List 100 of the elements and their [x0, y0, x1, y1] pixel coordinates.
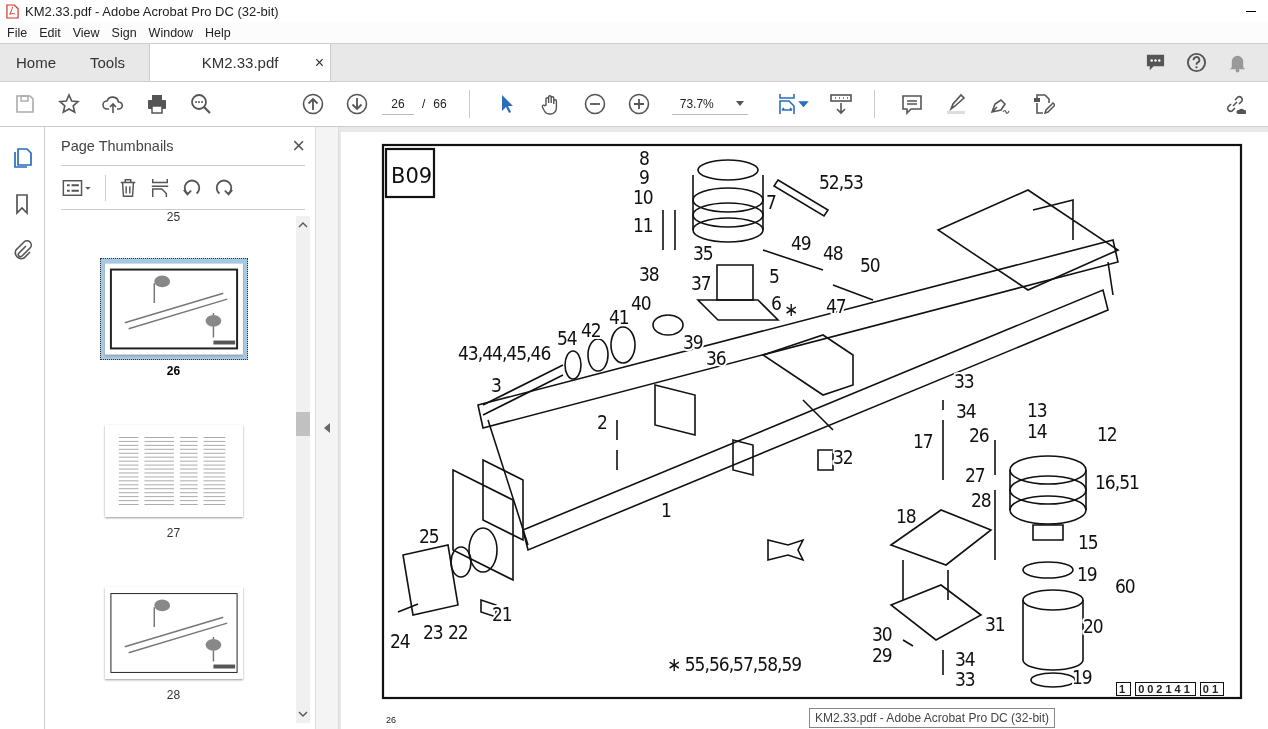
callout-number: ∗ 55,56,57,58,59	[667, 653, 802, 675]
callout-number: 6	[771, 292, 781, 314]
callout-number: 39	[683, 331, 703, 353]
callout-number: 43,44,45,46	[458, 342, 551, 364]
page-number: 26	[386, 715, 396, 725]
close-tab-icon[interactable]: ×	[314, 53, 325, 72]
callout-number: 33	[955, 668, 975, 690]
callout-number: 7	[766, 191, 776, 213]
highlighter-icon[interactable]	[944, 93, 967, 115]
callout-number: 25	[419, 525, 439, 547]
callout-number: 22	[448, 621, 468, 643]
trash-icon[interactable]	[118, 177, 138, 198]
scroll-mode-icon[interactable]	[829, 93, 852, 115]
callout-number: 14	[1027, 420, 1047, 442]
insert-page-icon[interactable]	[150, 177, 170, 198]
scroll-up-icon[interactable]	[298, 222, 308, 228]
callout-number: 28	[971, 489, 991, 511]
edit-document-icon[interactable]	[1032, 93, 1055, 115]
callout-number: 27	[965, 464, 985, 486]
callout-number: 41	[609, 306, 629, 328]
pdf-app-icon	[6, 3, 19, 19]
menu-item[interactable]: Sign	[105, 23, 143, 42]
tab[interactable]: KM2.33.pdf ×	[149, 44, 332, 81]
callout-number: 50	[860, 254, 880, 276]
callout-number: 18	[896, 505, 916, 527]
menu-item[interactable]: Edit	[33, 23, 67, 42]
page-label: 27	[166, 526, 181, 540]
corner-label-box	[384, 147, 436, 199]
callout-number: 37	[691, 272, 711, 294]
callout-number: 5	[769, 265, 779, 287]
panel-title: Page Thumbnails	[61, 138, 174, 154]
minimize-icon[interactable]	[1246, 10, 1256, 12]
link-cloud-icon[interactable]	[1224, 93, 1246, 115]
part-code: 01	[1199, 682, 1225, 696]
arrow-down-circle-icon[interactable]	[346, 93, 368, 115]
callout-number: 48	[823, 242, 843, 264]
page-label: 26	[166, 364, 181, 378]
callout-number: 35	[693, 242, 713, 264]
callout-number: 30	[872, 623, 892, 645]
callout-number: 21	[492, 603, 512, 625]
zoom-in-icon[interactable]	[627, 93, 650, 115]
callout-number: 16,51	[1095, 471, 1139, 493]
callout-number: 24	[390, 630, 410, 652]
callout-number: 13	[1027, 399, 1047, 421]
callout-number: ∗	[784, 298, 798, 320]
comment-icon[interactable]	[900, 93, 923, 115]
callout-number: 23	[423, 621, 443, 643]
part-code: 1	[1116, 682, 1132, 696]
rotate-left-icon[interactable]	[182, 177, 202, 198]
callout-number: 3	[491, 374, 501, 396]
callout-number: 2	[597, 411, 607, 433]
help-icon[interactable]	[1186, 52, 1207, 73]
fit-page-icon[interactable]	[777, 93, 810, 115]
callout-number: 11	[633, 214, 653, 236]
callout-number: 54	[557, 327, 577, 349]
part-code: 002141	[1135, 682, 1196, 696]
page-separator: /	[422, 97, 426, 111]
callout-number: 20	[1083, 615, 1103, 637]
callout-number: 36	[706, 347, 726, 369]
cloud-upload-icon[interactable]	[102, 93, 124, 115]
page-label: 25	[166, 210, 181, 224]
callout-number: 32	[833, 446, 853, 468]
search-icon[interactable]	[190, 93, 212, 115]
options-menu-icon[interactable]	[61, 177, 93, 198]
callout-number: 47	[826, 295, 846, 317]
page-number-field[interactable]: 26	[382, 93, 414, 115]
callout-number: 49	[791, 232, 811, 254]
arrow-up-circle-icon[interactable]	[302, 93, 324, 115]
callout-number: 17	[913, 430, 933, 452]
menu-item[interactable]: View	[66, 23, 106, 42]
rotate-right-icon[interactable]	[214, 177, 234, 198]
callout-number: 31	[985, 613, 1005, 635]
menu-item[interactable]: Help	[199, 23, 237, 42]
callout-number: 12	[1097, 423, 1117, 445]
tab[interactable]: Home	[0, 44, 74, 81]
callout-number: 34	[956, 400, 976, 422]
caret-icon[interactable]	[735, 101, 744, 106]
zoom-dropdown[interactable]: 73.7%	[671, 93, 748, 115]
callout-number: 19	[1077, 563, 1097, 585]
star-icon[interactable]	[58, 93, 80, 115]
tab[interactable]: Tools	[74, 44, 144, 81]
scrollbar-thumb[interactable]	[296, 412, 310, 436]
callout-number: 9	[639, 166, 649, 188]
callout-number: 19	[1072, 666, 1092, 688]
close-panel-icon[interactable]: ×	[292, 133, 305, 159]
callout-number: 38	[639, 263, 659, 285]
zoom-out-icon[interactable]	[583, 93, 606, 115]
callout-number: 15	[1078, 531, 1098, 553]
scroll-down-icon[interactable]	[298, 711, 308, 717]
page-label: 28	[166, 688, 181, 702]
menu-item[interactable]: Window	[142, 23, 200, 42]
callout-number: 26	[969, 424, 989, 446]
print-icon[interactable]	[146, 93, 168, 115]
menu-item[interactable]: File	[1, 23, 34, 42]
collapse-panel-icon[interactable]	[324, 423, 330, 433]
callout-number: 29	[872, 644, 892, 666]
pages-icon[interactable]	[11, 147, 33, 169]
window-title: KM2.33.pdf - Adobe Acrobat Pro DC (32-bit)	[25, 3, 279, 19]
callout-number: 33	[954, 370, 974, 392]
page-count: 66	[433, 97, 447, 111]
